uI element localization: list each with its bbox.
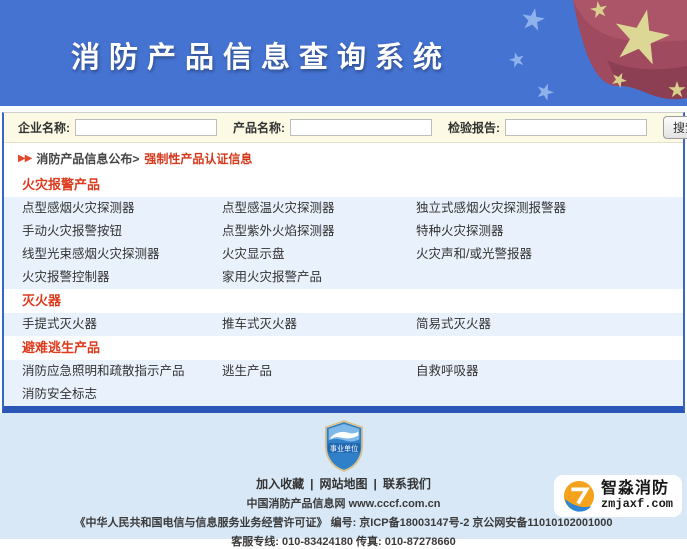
inspection-report-input[interactable] (505, 119, 647, 136)
public-institution-badge-icon: 事业单位 (323, 420, 365, 472)
footer-link-sitemap[interactable]: 网站地图 (319, 477, 367, 491)
footer-service-line: 客服专线: 010-83424180 传真: 010-87278660 (0, 533, 687, 549)
product-link[interactable]: 自救呼吸器 (416, 360, 683, 383)
product-link[interactable]: 火灾声和/或光警报器 (416, 243, 683, 266)
product-link[interactable]: 火灾显示盘 (222, 243, 416, 266)
section-fire-extinguishers: 灭火器 手提式灭火器 推车式灭火器 简易式灭火器 (4, 289, 683, 336)
china-flag-decoration-icon (507, 0, 687, 106)
section-title: 避难逃生产品 (4, 336, 683, 360)
inspection-report-label: 检验报告: (448, 119, 500, 136)
section-title: 火灾报警产品 (4, 173, 683, 197)
footer: 事业单位 加入收藏|网站地图|联系我们 中国消防产品信息网 www.cccf.c… (0, 413, 687, 539)
breadcrumb: ▶▶ 消防产品信息公布> 强制性产品认证信息 (4, 143, 683, 173)
product-link[interactable]: 手动火灾报警按钮 (22, 220, 222, 243)
product-link[interactable]: 点型紫外火焰探测器 (222, 220, 416, 243)
logo-domain: zmjaxf.com (601, 498, 673, 511)
breadcrumb-current-link[interactable]: 强制性产品认证信息 (144, 150, 252, 167)
product-name-input[interactable] (290, 119, 432, 136)
product-name-label: 产品名称: (233, 119, 285, 136)
product-link[interactable]: 特种火灾探测器 (416, 220, 683, 243)
product-link[interactable]: 火灾报警控制器 (22, 266, 222, 289)
product-link[interactable]: 逃生产品 (222, 360, 416, 383)
section-escape-products: 避难逃生产品 消防应急照明和疏散指示产品 逃生产品 自救呼吸器 消防安全标志 (4, 336, 683, 406)
content-box: 企业名称: 产品名称: 检验报告: 搜索 高级搜索 ▶▶ 消防产品信息公布> 强… (2, 112, 685, 413)
product-link[interactable]: 手提式灭火器 (22, 313, 222, 336)
product-link[interactable]: 简易式灭火器 (416, 313, 683, 336)
search-button[interactable]: 搜索 (663, 116, 687, 139)
badge-label: 事业单位 (329, 444, 358, 453)
zmjaxf-logo-icon (563, 480, 595, 512)
section-title: 灭火器 (4, 289, 683, 313)
logo-name: 智淼消防 (601, 481, 673, 498)
product-link[interactable]: 消防应急照明和疏散指示产品 (22, 360, 222, 383)
zmjaxf-logo-text: 智淼消防 zmjaxf.com (601, 481, 673, 510)
breadcrumb-root-link[interactable]: 消防产品信息公布> (36, 150, 139, 167)
search-bar: 企业名称: 产品名称: 检验报告: 搜索 高级搜索 (4, 113, 683, 143)
breadcrumb-arrows-icon: ▶▶ (18, 153, 31, 164)
product-link[interactable]: 独立式感烟火灾探测报警器 (416, 197, 683, 220)
company-name-input[interactable] (75, 119, 217, 136)
page-title: 消防产品信息查询系统 (0, 34, 522, 76)
product-link[interactable]: 点型感温火灾探测器 (222, 197, 416, 220)
product-link[interactable]: 消防安全标志 (22, 383, 222, 406)
link-separator: | (310, 477, 313, 491)
product-grid: 手提式灭火器 推车式灭火器 简易式灭火器 (4, 313, 683, 336)
footer-link-favorites[interactable]: 加入收藏 (256, 477, 304, 491)
link-separator: | (374, 477, 377, 491)
product-link[interactable]: 家用火灾报警产品 (222, 266, 416, 289)
product-grid: 点型感烟火灾探测器 点型感温火灾探测器 独立式感烟火灾探测报警器 手动火灾报警按… (4, 197, 683, 289)
company-name-label: 企业名称: (18, 119, 70, 136)
footer-link-contact[interactable]: 联系我们 (383, 477, 431, 491)
product-link[interactable]: 推车式灭火器 (222, 313, 416, 336)
site-banner: 消防产品信息查询系统 (0, 0, 687, 106)
product-link[interactable]: 线型光束感烟火灾探测器 (22, 243, 222, 266)
product-grid: 消防应急照明和疏散指示产品 逃生产品 自救呼吸器 消防安全标志 (4, 360, 683, 406)
section-fire-alarm-products: 火灾报警产品 点型感烟火灾探测器 点型感温火灾探测器 独立式感烟火灾探测报警器 … (4, 173, 683, 289)
product-link[interactable]: 点型感烟火灾探测器 (22, 197, 222, 220)
zmjaxf-logo[interactable]: 智淼消防 zmjaxf.com (554, 475, 682, 517)
